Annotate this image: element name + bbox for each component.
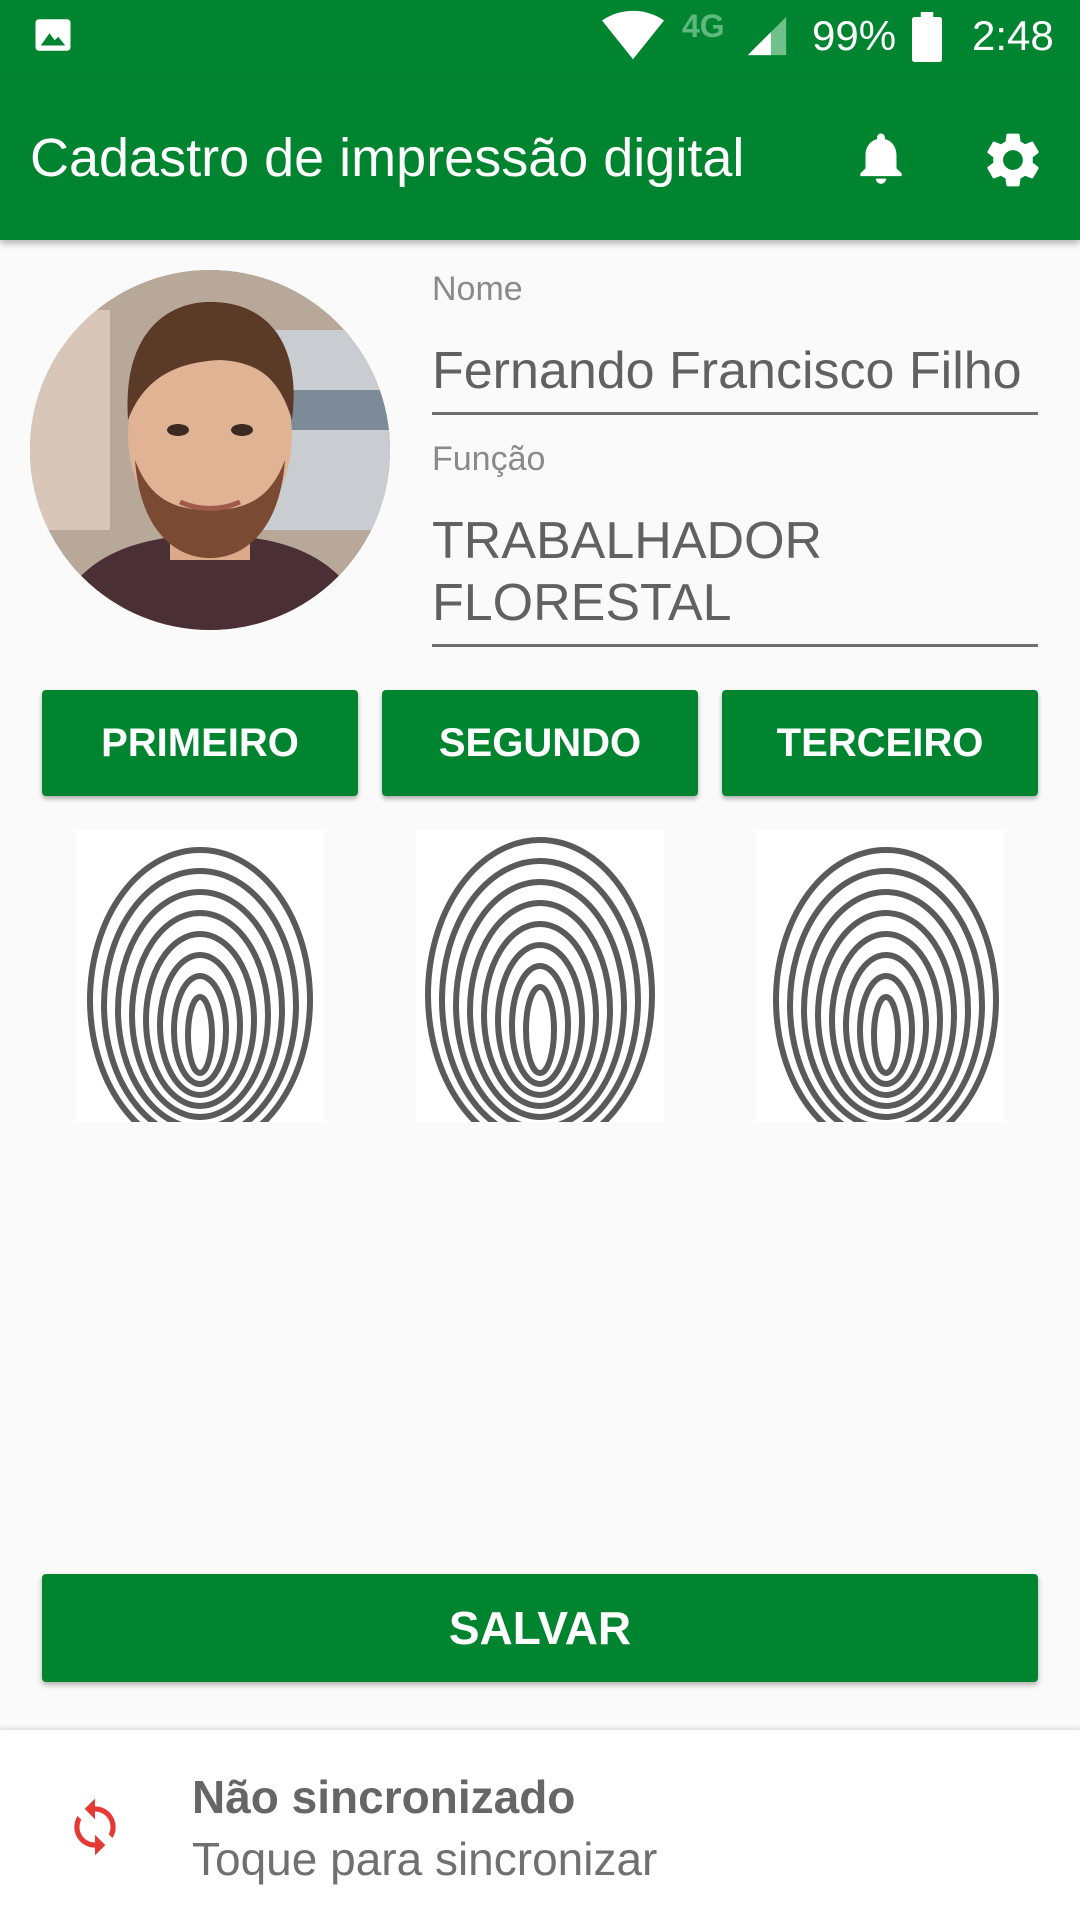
avatar[interactable] xyxy=(30,270,390,630)
avatar-photo xyxy=(30,270,390,630)
fingerprint-image-2 xyxy=(416,830,664,1122)
name-label: Nome xyxy=(432,270,523,308)
gear-icon[interactable] xyxy=(980,127,1046,193)
role-label: Função xyxy=(432,440,546,478)
save-button[interactable]: SALVAR xyxy=(42,1574,1038,1682)
second-finger-button[interactable]: SEGUNDO xyxy=(382,690,698,796)
status-bar: 4G 99% 2:48 xyxy=(0,0,1080,75)
sync-icon xyxy=(74,1798,116,1856)
signal-icon xyxy=(747,16,787,56)
wifi-icon xyxy=(602,10,664,60)
name-field[interactable]: Fernando Francisco Filho xyxy=(432,340,1038,415)
page-title: Cadastro de impressão digital xyxy=(30,128,745,188)
battery-icon xyxy=(912,12,942,62)
gallery-icon xyxy=(35,19,71,51)
sync-status-subtitle: Toque para sincronizar xyxy=(192,1833,658,1885)
network-type: 4G xyxy=(682,8,725,44)
third-finger-button[interactable]: TERCEIRO xyxy=(722,690,1038,796)
app-bar: Cadastro de impressão digital xyxy=(0,75,1080,240)
first-finger-button[interactable]: PRIMEIRO xyxy=(42,690,358,796)
fingerprint-image-3 xyxy=(756,830,1004,1122)
battery-percentage: 99% xyxy=(812,12,897,59)
sync-bar[interactable]: Não sincronizado Toque para sincronizar xyxy=(0,1730,1080,1920)
role-field[interactable]: TRABALHADOR FLORESTAL xyxy=(432,510,1038,647)
bell-icon[interactable] xyxy=(850,127,912,189)
clock: 2:48 xyxy=(972,12,1054,59)
fingerprint-image-1 xyxy=(76,830,324,1122)
sync-status-title: Não sincronizado xyxy=(192,1771,576,1823)
